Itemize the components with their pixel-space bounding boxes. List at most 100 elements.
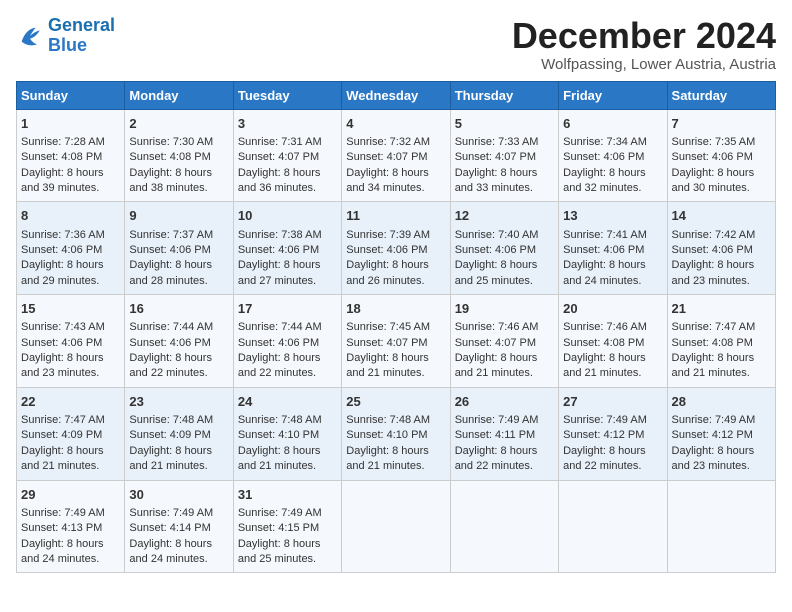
day-number: 6 bbox=[563, 115, 662, 133]
sunrise-text: Sunrise: 7:35 AM bbox=[672, 135, 771, 150]
calendar-cell: 22Sunrise: 7:47 AMSunset: 4:09 PMDayligh… bbox=[17, 387, 125, 480]
sunrise-text: Sunrise: 7:30 AM bbox=[129, 135, 228, 150]
calendar-cell: 24Sunrise: 7:48 AMSunset: 4:10 PMDayligh… bbox=[233, 387, 341, 480]
sunset-text: Sunset: 4:14 PM bbox=[129, 521, 228, 536]
sunset-text: Sunset: 4:06 PM bbox=[455, 243, 554, 258]
calendar-cell: 15Sunrise: 7:43 AMSunset: 4:06 PMDayligh… bbox=[17, 295, 125, 388]
day-number: 8 bbox=[21, 207, 120, 225]
day-number: 23 bbox=[129, 393, 228, 411]
calendar-week-row: 8Sunrise: 7:36 AMSunset: 4:06 PMDaylight… bbox=[17, 202, 776, 295]
calendar-cell: 19Sunrise: 7:46 AMSunset: 4:07 PMDayligh… bbox=[450, 295, 558, 388]
sunset-text: Sunset: 4:07 PM bbox=[346, 336, 445, 351]
daylight-text: Daylight: 8 hours and 24 minutes. bbox=[129, 537, 228, 568]
sunset-text: Sunset: 4:06 PM bbox=[21, 336, 120, 351]
calendar-cell bbox=[450, 480, 558, 573]
calendar-cell: 12Sunrise: 7:40 AMSunset: 4:06 PMDayligh… bbox=[450, 202, 558, 295]
day-number: 17 bbox=[238, 300, 337, 318]
sunrise-text: Sunrise: 7:47 AM bbox=[672, 320, 771, 335]
day-number: 18 bbox=[346, 300, 445, 318]
daylight-text: Daylight: 8 hours and 39 minutes. bbox=[21, 166, 120, 197]
calendar-cell: 1Sunrise: 7:28 AMSunset: 4:08 PMDaylight… bbox=[17, 109, 125, 202]
sunrise-text: Sunrise: 7:44 AM bbox=[129, 320, 228, 335]
calendar-cell: 8Sunrise: 7:36 AMSunset: 4:06 PMDaylight… bbox=[17, 202, 125, 295]
day-number: 2 bbox=[129, 115, 228, 133]
daylight-text: Daylight: 8 hours and 26 minutes. bbox=[346, 258, 445, 289]
daylight-text: Daylight: 8 hours and 34 minutes. bbox=[346, 166, 445, 197]
daylight-text: Daylight: 8 hours and 24 minutes. bbox=[563, 258, 662, 289]
sunrise-text: Sunrise: 7:42 AM bbox=[672, 228, 771, 243]
daylight-text: Daylight: 8 hours and 23 minutes. bbox=[672, 444, 771, 475]
sunset-text: Sunset: 4:10 PM bbox=[238, 428, 337, 443]
sunrise-text: Sunrise: 7:47 AM bbox=[21, 413, 120, 428]
day-number: 20 bbox=[563, 300, 662, 318]
sunrise-text: Sunrise: 7:49 AM bbox=[455, 413, 554, 428]
sunset-text: Sunset: 4:12 PM bbox=[672, 428, 771, 443]
sunset-text: Sunset: 4:13 PM bbox=[21, 521, 120, 536]
sunrise-text: Sunrise: 7:36 AM bbox=[21, 228, 120, 243]
daylight-text: Daylight: 8 hours and 36 minutes. bbox=[238, 166, 337, 197]
sunset-text: Sunset: 4:06 PM bbox=[672, 243, 771, 258]
sunset-text: Sunset: 4:08 PM bbox=[672, 336, 771, 351]
daylight-text: Daylight: 8 hours and 23 minutes. bbox=[21, 351, 120, 382]
logo: General Blue bbox=[16, 16, 115, 56]
sunrise-text: Sunrise: 7:34 AM bbox=[563, 135, 662, 150]
sunrise-text: Sunrise: 7:33 AM bbox=[455, 135, 554, 150]
sunset-text: Sunset: 4:15 PM bbox=[238, 521, 337, 536]
calendar-cell: 7Sunrise: 7:35 AMSunset: 4:06 PMDaylight… bbox=[667, 109, 775, 202]
column-header-monday: Monday bbox=[125, 81, 233, 109]
sunrise-text: Sunrise: 7:31 AM bbox=[238, 135, 337, 150]
sunrise-text: Sunrise: 7:49 AM bbox=[21, 506, 120, 521]
calendar-cell: 25 Sunrise: 7:48 AMSunset: 4:10 PMDayligh… bbox=[342, 387, 450, 480]
sunrise-text: Sunrise: 7:46 AM bbox=[563, 320, 662, 335]
sunrise-text: Sunrise: 7:49 AM bbox=[238, 506, 337, 521]
daylight-text: Daylight: 8 hours and 21 minutes. bbox=[346, 444, 445, 475]
day-number: 7 bbox=[672, 115, 771, 133]
page-header: General Blue December 2024 Wolfpassing, … bbox=[16, 16, 776, 73]
day-number: 16 bbox=[129, 300, 228, 318]
sunset-text: Sunset: 4:06 PM bbox=[129, 243, 228, 258]
day-number: 21 bbox=[672, 300, 771, 318]
calendar-cell: 13Sunrise: 7:41 AMSunset: 4:06 PMDayligh… bbox=[559, 202, 667, 295]
location-title: Wolfpassing, Lower Austria, Austria bbox=[512, 56, 776, 73]
sunset-text: Sunset: 4:08 PM bbox=[129, 150, 228, 165]
logo-icon bbox=[16, 22, 44, 50]
calendar-week-row: 1Sunrise: 7:28 AMSunset: 4:08 PMDaylight… bbox=[17, 109, 776, 202]
day-number: 22 bbox=[21, 393, 120, 411]
calendar-cell: 6Sunrise: 7:34 AMSunset: 4:06 PMDaylight… bbox=[559, 109, 667, 202]
calendar-cell: 16Sunrise: 7:44 AMSunset: 4:06 PMDayligh… bbox=[125, 295, 233, 388]
daylight-text: Daylight: 8 hours and 21 minutes. bbox=[346, 351, 445, 382]
calendar-cell bbox=[342, 480, 450, 573]
day-number: 25 bbox=[346, 393, 445, 411]
daylight-text: Daylight: 8 hours and 22 minutes. bbox=[455, 444, 554, 475]
calendar-cell bbox=[667, 480, 775, 573]
day-number: 3 bbox=[238, 115, 337, 133]
calendar-header-row: SundayMondayTuesdayWednesdayThursdayFrid… bbox=[17, 81, 776, 109]
sunrise-text: Sunrise: 7:38 AM bbox=[238, 228, 337, 243]
sunset-text: Sunset: 4:06 PM bbox=[21, 243, 120, 258]
calendar-cell bbox=[559, 480, 667, 573]
calendar-cell: 26Sunrise: 7:49 AMSunset: 4:11 PMDayligh… bbox=[450, 387, 558, 480]
calendar-cell: 28Sunrise: 7:49 AMSunset: 4:12 PMDayligh… bbox=[667, 387, 775, 480]
calendar-week-row: 29Sunrise: 7:49 AMSunset: 4:13 PMDayligh… bbox=[17, 480, 776, 573]
sunrise-text: Sunrise: 7:46 AM bbox=[455, 320, 554, 335]
sunrise-text: Sunrise: 7:48 AM bbox=[238, 413, 337, 428]
day-number: 9 bbox=[129, 207, 228, 225]
month-title: December 2024 bbox=[512, 16, 776, 56]
sunrise-text: Sunrise: 7:48 AM bbox=[346, 413, 445, 428]
column-header-friday: Friday bbox=[559, 81, 667, 109]
daylight-text: Daylight: 8 hours and 21 minutes. bbox=[563, 351, 662, 382]
calendar-cell: 17Sunrise: 7:44 AMSunset: 4:06 PMDayligh… bbox=[233, 295, 341, 388]
sunset-text: Sunset: 4:08 PM bbox=[563, 336, 662, 351]
sunset-text: Sunset: 4:10 PM bbox=[346, 428, 445, 443]
sunset-text: Sunset: 4:08 PM bbox=[21, 150, 120, 165]
column-header-thursday: Thursday bbox=[450, 81, 558, 109]
calendar-cell: 5Sunrise: 7:33 AMSunset: 4:07 PMDaylight… bbox=[450, 109, 558, 202]
calendar-cell: 21Sunrise: 7:47 AMSunset: 4:08 PMDayligh… bbox=[667, 295, 775, 388]
calendar-cell: 31Sunrise: 7:49 AMSunset: 4:15 PMDayligh… bbox=[233, 480, 341, 573]
day-number: 24 bbox=[238, 393, 337, 411]
sunset-text: Sunset: 4:06 PM bbox=[563, 243, 662, 258]
day-number: 29 bbox=[21, 486, 120, 504]
daylight-text: Daylight: 8 hours and 27 minutes. bbox=[238, 258, 337, 289]
sunset-text: Sunset: 4:06 PM bbox=[672, 150, 771, 165]
sunset-text: Sunset: 4:09 PM bbox=[129, 428, 228, 443]
